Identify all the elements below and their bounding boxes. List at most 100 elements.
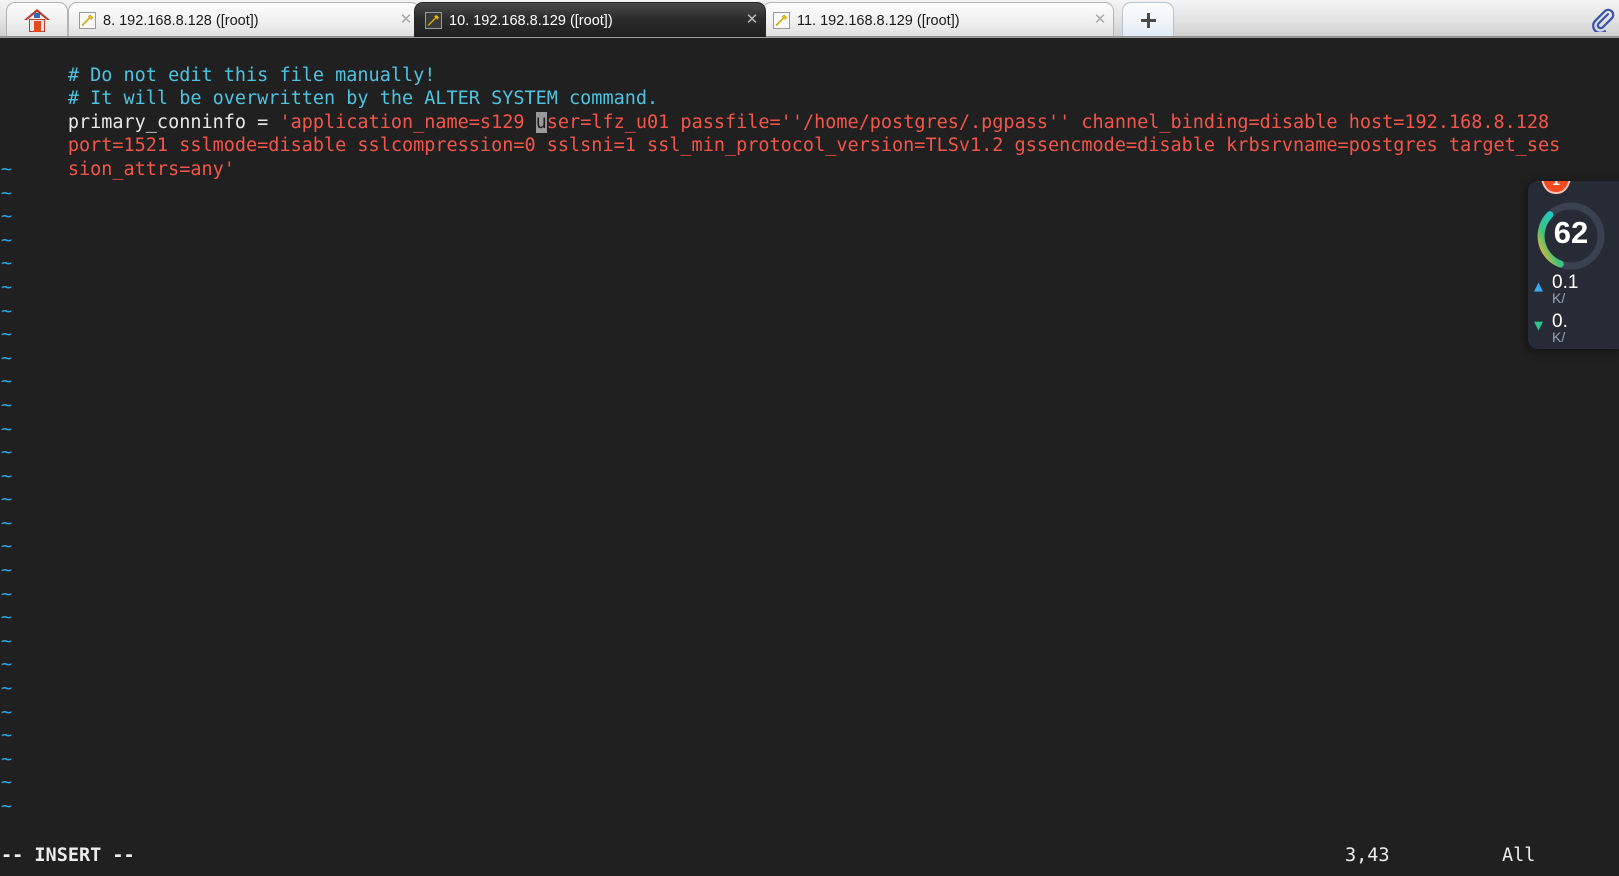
tilde-icon: ~: [1, 701, 13, 723]
session-tab-3[interactable]: 11. 192.168.8.129 ([root]) ✕: [762, 2, 1114, 37]
vim-empty-line-marker: ~: [0, 441, 1619, 465]
terminal-text-area: # Do not edit this file manually! # It w…: [0, 40, 1619, 819]
vim-empty-line-marker: ~: [0, 252, 1619, 276]
tilde-icon: ~: [1, 253, 13, 275]
tilde-icon: ~: [1, 158, 13, 180]
vim-empty-line-marker: ~: [0, 276, 1619, 300]
tilde-icon: ~: [1, 276, 13, 298]
tilde-icon: ~: [1, 465, 13, 487]
vim-empty-line-marker: ~: [0, 465, 1619, 489]
tilde-icon: ~: [1, 394, 13, 416]
tilde-icon: ~: [1, 583, 13, 605]
session-tab-1[interactable]: 8. 192.168.8.128 ([root]) ✕: [68, 2, 420, 37]
tilde-icon: ~: [1, 725, 13, 747]
vim-cursor-position: 3,43: [1345, 845, 1390, 866]
tilde-icon: ~: [1, 324, 13, 346]
config-value-wrap-2: sion_attrs=any': [67, 158, 235, 180]
system-monitor-widget[interactable]: 1 62 ▲ 0.1 K/ ▼ 0.: [1528, 181, 1619, 349]
tilde-icon: ~: [1, 300, 13, 322]
tilde-icon: ~: [1, 512, 13, 534]
config-key: primary_conninfo =: [67, 111, 280, 133]
upload-speed-row: ▲ 0.1 K/: [1534, 273, 1619, 307]
paperclip-icon[interactable]: [1587, 4, 1617, 34]
cpu-usage-value: 62: [1553, 215, 1589, 250]
config-value-wrap-1: port=1521 sslmode=disable sslcompression…: [67, 135, 1561, 157]
tab-bar: 8. 192.168.8.128 ([root]) ✕ 10. 192.168.…: [0, 0, 1619, 38]
session-tab-3-label: 11. 192.168.8.129 ([root]): [797, 12, 960, 29]
security-shield-badge[interactable]: 1: [1541, 181, 1571, 197]
plus-icon: [1140, 13, 1156, 28]
tilde-icon: ~: [1, 442, 13, 464]
text-cursor: u: [535, 111, 547, 133]
vim-empty-line-marker: ~: [0, 158, 1619, 182]
vim-empty-line-marker: ~: [0, 488, 1619, 512]
vim-empty-line-marker: ~: [0, 370, 1619, 394]
tilde-icon: ~: [1, 206, 13, 228]
upload-speed-unit: K/: [1552, 290, 1566, 306]
cpu-usage-gauge: 62: [1534, 199, 1608, 273]
tilde-icon: ~: [1, 560, 13, 582]
house-icon: [24, 8, 50, 33]
tilde-icon: ~: [1, 371, 13, 393]
vim-empty-line-marker: ~: [0, 771, 1619, 795]
vim-empty-line-marker: ~: [0, 795, 1619, 819]
vim-empty-line-marker: ~: [0, 418, 1619, 442]
tilde-icon: ~: [1, 630, 13, 652]
vim-empty-line-marker: ~: [0, 323, 1619, 347]
session-tab-1-label: 8. 192.168.8.128 ([root]): [103, 12, 259, 29]
vim-empty-line-markers: ~ ~ ~ ~ ~ ~ ~ ~ ~ ~ ~ ~ ~ ~ ~ ~ ~ ~ ~ ~ ~ ~ ~ ~ ~ ~ ~ ~: [0, 158, 1619, 819]
comment-line-2: # It will be overwritten by the ALTER SY…: [67, 88, 659, 110]
tilde-icon: ~: [1, 678, 13, 700]
config-value-before-cursor: 'application_name=s129: [279, 111, 536, 133]
vim-empty-line-marker: ~: [0, 630, 1619, 654]
session-tab-2[interactable]: 10. 192.168.8.129 ([root]) ✕: [414, 2, 766, 37]
download-speed-unit: K/: [1552, 329, 1566, 345]
terminal-line: # Do not edit this file manually!: [0, 40, 1619, 86]
vim-empty-line-marker: ~: [0, 535, 1619, 559]
tilde-icon: ~: [1, 748, 13, 770]
config-value-after-cursor: ser=lfz_u01 passfile=''/home/postgres/.p…: [546, 111, 1550, 133]
vim-empty-line-marker: ~: [0, 583, 1619, 607]
new-tab-button[interactable]: [1122, 2, 1174, 37]
vim-empty-line-marker: ~: [0, 512, 1619, 536]
wrench-icon: [425, 12, 442, 29]
vim-scroll-percent: All: [1502, 845, 1536, 866]
vim-empty-line-marker: ~: [0, 347, 1619, 371]
tilde-icon: ~: [1, 772, 13, 794]
session-tab-2-close-icon[interactable]: ✕: [739, 12, 765, 29]
tilde-icon: ~: [1, 536, 13, 558]
session-tab-2-label: 10. 192.168.8.129 ([root]): [449, 12, 613, 29]
vim-empty-line-marker: ~: [0, 724, 1619, 748]
tilde-icon: ~: [1, 182, 13, 204]
vim-empty-line-marker: ~: [0, 653, 1619, 677]
wrench-icon: [79, 12, 96, 29]
shield-badge-count: 1: [1541, 181, 1571, 187]
vim-empty-line-marker: ~: [0, 606, 1619, 630]
vim-status-line: -- INSERT -- 3,43 All: [0, 844, 1619, 868]
wrench-icon: [773, 12, 790, 29]
tilde-icon: ~: [1, 607, 13, 629]
tilde-icon: ~: [1, 418, 13, 440]
comment-line-1: # Do not edit this file manually!: [67, 64, 436, 86]
home-tab[interactable]: [6, 2, 68, 37]
vim-empty-line-marker: ~: [0, 559, 1619, 583]
vim-empty-line-marker: ~: [0, 677, 1619, 701]
tilde-icon: ~: [1, 229, 13, 251]
vim-empty-line-marker: ~: [0, 748, 1619, 772]
vim-empty-line-marker: ~: [0, 205, 1619, 229]
tilde-icon: ~: [1, 796, 13, 817]
vim-empty-line-marker: ~: [0, 182, 1619, 206]
download-speed-row: ▼ 0. K/: [1534, 312, 1619, 346]
vim-empty-line-marker: ~: [0, 701, 1619, 725]
session-tab-3-close-icon[interactable]: ✕: [1087, 12, 1113, 29]
tilde-icon: ~: [1, 489, 13, 511]
tilde-icon: ~: [1, 654, 13, 676]
vim-empty-line-marker: ~: [0, 394, 1619, 418]
terminal-viewport[interactable]: # Do not edit this file manually! # It w…: [0, 38, 1619, 876]
arrow-up-icon: ▲: [1534, 277, 1544, 295]
tilde-icon: ~: [1, 347, 13, 369]
vim-mode-indicator: -- INSERT --: [1, 845, 135, 866]
vim-empty-line-marker: ~: [0, 229, 1619, 253]
vim-empty-line-marker: ~: [0, 300, 1619, 324]
arrow-down-icon: ▼: [1534, 316, 1544, 334]
